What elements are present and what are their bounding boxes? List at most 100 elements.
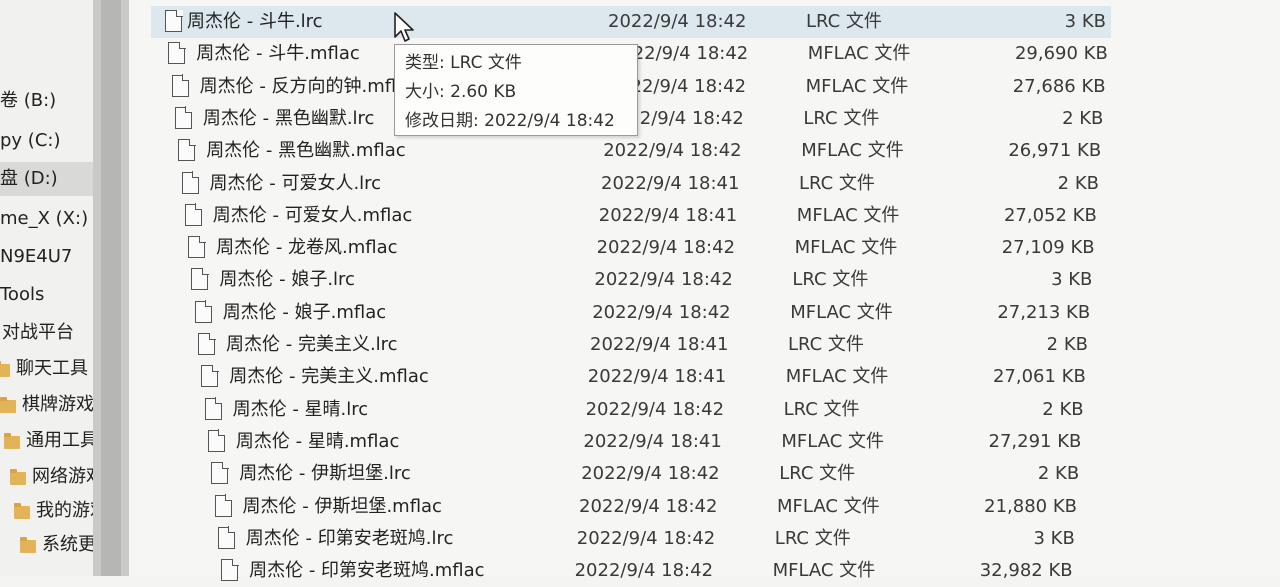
file-name: 周杰伦 - 完美主义.lrc (226, 334, 398, 355)
file-row[interactable]: 周杰伦 - 龙卷风.mflac 2022/9/4 18:42 MFLAC 文件 27,… (178, 232, 1115, 264)
file-type: MFLAC 文件 (772, 560, 876, 582)
file-type: MFLAC 文件 (796, 204, 900, 226)
file-icon (188, 235, 206, 259)
file-name: 周杰伦 - 印第安老斑鸠.lrc (245, 527, 454, 549)
file-size: 27,109 KB (1001, 237, 1095, 259)
file-icon (171, 74, 190, 97)
file-name: 周杰伦 - 斗牛.lrc (187, 11, 323, 32)
file-date: 2022/9/4 18:41 (601, 172, 740, 194)
file-size: 21,880 KB (984, 495, 1077, 517)
file-row[interactable]: 周杰伦 - 伊斯坦堡.mflac 2022/9/4 18:42 MFLAC 文件 21… (205, 491, 1116, 523)
file-size: 2 KB (1062, 107, 1104, 129)
file-type: MFLAC 文件 (790, 301, 893, 323)
file-date: 2022/9/4 18:42 (581, 463, 720, 485)
file-icon (178, 138, 196, 162)
folder-icon (0, 361, 10, 377)
file-name: 周杰伦 - 印第安老斑鸠.mflac (249, 560, 485, 582)
file-name: 周杰伦 - 星晴.mflac (235, 430, 400, 452)
file-row[interactable]: 周杰伦 - 可爱女人.lrc 2022/9/4 18:41 LRC 文件 2 KB (172, 168, 1116, 200)
tooltip-size: 大小: 2.60 KB (405, 82, 517, 102)
file-row[interactable]: 周杰伦 - 伊斯坦堡.lrc 2022/9/4 18:42 LRC 文件 2 KB (201, 458, 1115, 490)
folder-icon (4, 433, 20, 449)
file-icon (194, 300, 213, 323)
file-name: 周杰伦 - 伊斯坦堡.mflac (242, 495, 442, 517)
nav-item-label: 卷 (B:) (0, 90, 57, 111)
file-row[interactable]: 周杰伦 - 娘子.mflac 2022/9/4 18:42 MFLAC 文件 27,2… (185, 297, 1115, 329)
file-name: 周杰伦 - 伊斯坦堡.lrc (239, 463, 411, 485)
file-name: 周杰伦 - 娘子.mflac (222, 301, 387, 323)
file-size: 2 KB (1046, 334, 1088, 355)
file-size: 3 KB (1064, 11, 1106, 32)
file-type: MFLAC 文件 (805, 75, 909, 97)
file-icon (184, 203, 203, 226)
file-date: 2022/9/4 18:42 (576, 527, 716, 549)
file-icon (165, 9, 183, 32)
file-icon (174, 106, 193, 129)
file-date: 2022/9/4 18:41 (583, 430, 722, 452)
folder-icon (10, 469, 26, 485)
file-type: MFLAC 文件 (781, 430, 885, 452)
folder-icon (20, 537, 36, 553)
nav-item-label: Tools (0, 284, 45, 305)
file-icon (198, 332, 216, 355)
file-row[interactable]: 周杰伦 - 星晴.lrc 2022/9/4 18:42 LRC 文件 2 KB (195, 394, 1115, 426)
file-row[interactable]: 周杰伦 - 可爱女人.mflac 2022/9/4 18:41 MFLAC 文件 27… (175, 200, 1115, 232)
file-size: 27,213 KB (997, 301, 1091, 323)
file-date: 2022/9/4 18:42 (608, 11, 747, 32)
file-row[interactable]: 周杰伦 - 娘子.lrc 2022/9/4 18:42 LRC 文件 3 KB (181, 264, 1115, 296)
file-size: 27,061 KB (992, 366, 1086, 388)
file-date: 2022/9/4 18:42 (574, 560, 714, 582)
folder-icon (14, 503, 30, 519)
file-type: LRC 文件 (788, 334, 864, 355)
file-type: MFLAC 文件 (777, 495, 880, 517)
file-name: 周杰伦 - 龙卷风.mflac (216, 237, 398, 259)
mouse-cursor-icon (394, 12, 414, 42)
file-size: 27,052 KB (1003, 204, 1097, 226)
file-icon (214, 494, 232, 517)
file-type: LRC 文件 (774, 527, 851, 549)
file-icon (207, 429, 226, 452)
file-size: 27,291 KB (988, 430, 1082, 452)
file-row[interactable]: 周杰伦 - 黑色幽默.mflac 2022/9/4 18:42 MFLAC 文件 26… (168, 135, 1115, 167)
file-row[interactable]: 周杰伦 - 斗牛.lrc 2022/9/4 18:42 LRC 文件 3 KB (151, 6, 1111, 38)
file-row[interactable]: 周杰伦 - 完美主义.lrc 2022/9/4 18:41 LRC 文件 2 KB (188, 329, 1115, 361)
file-name: 周杰伦 - 可爱女人.lrc (209, 172, 382, 194)
file-date: 2022/9/4 18:42 (592, 301, 731, 323)
file-type: LRC 文件 (783, 398, 860, 420)
file-size: 26,971 KB (1008, 140, 1102, 162)
file-name: 周杰伦 - 星晴.lrc (232, 398, 369, 420)
file-size: 2 KB (1057, 172, 1099, 194)
file-size: 2 KB (1037, 463, 1080, 485)
file-row[interactable]: 周杰伦 - 反方向的钟.mflac 2022/9/4 18:42 MFLAC 文件 2… (162, 71, 1115, 103)
file-row[interactable]: 周杰伦 - 印第安老斑鸠.lrc 2022/9/4 18:42 LRC 文件 3 KB (208, 523, 1115, 555)
file-date: 2022/9/4 18:42 (596, 237, 736, 259)
nav-scrollbar-thumb[interactable] (101, 0, 121, 576)
nav-item-label: py (C:) (0, 130, 61, 151)
file-size: 3 KB (1033, 527, 1075, 549)
nav-item-label: 通用工具 (26, 430, 98, 451)
file-date: 2022/9/4 18:42 (585, 398, 725, 420)
file-type: MFLAC 文件 (785, 366, 889, 388)
file-type: MFLAC 文件 (801, 140, 904, 162)
file-list: 周杰伦 - 斗牛.lrc 2022/9/4 18:42 LRC 文件 3 KB 周杰伦 … (129, 0, 1280, 582)
file-name: 周杰伦 - 娘子.lrc (219, 269, 355, 291)
file-icon (204, 397, 223, 420)
file-date: 2022/9/4 18:41 (587, 366, 727, 388)
file-row[interactable]: 周杰伦 - 黑色幽默.lrc 2022/9/4 18:42 LRC 文件 2 KB (165, 103, 1115, 135)
nav-item-label: me_X (X:) (0, 208, 89, 229)
tooltip-modified: 修改日期: 2022/9/4 18:42 (405, 111, 615, 131)
file-icon (191, 267, 209, 291)
file-date: 2022/9/4 18:42 (579, 495, 718, 517)
file-icon (217, 526, 236, 549)
nav-scrollbar[interactable] (93, 0, 129, 576)
file-row[interactable]: 周杰伦 - 印第安老斑鸠.mflac 2022/9/4 18:42 MFLAC 文件… (211, 555, 1115, 587)
file-date: 2022/9/4 18:41 (590, 334, 729, 355)
file-date: 2022/9/4 18:42 (594, 269, 733, 291)
file-size: 3 KB (1051, 269, 1093, 291)
file-row[interactable]: 周杰伦 - 星晴.mflac 2022/9/4 18:41 MFLAC 文件 27,2… (198, 426, 1115, 458)
nav-item-label: 盘 (D:) (0, 168, 58, 189)
file-name: 周杰伦 - 斗牛.mflac (196, 43, 360, 65)
file-date: 2022/9/4 18:42 (603, 140, 742, 162)
file-info-tooltip: 类型: LRC 文件 大小: 2.60 KB 修改日期: 2022/9/4 18… (394, 44, 638, 136)
file-row[interactable]: 周杰伦 - 完美主义.mflac 2022/9/4 18:41 MFLAC 文件 27… (191, 361, 1115, 393)
